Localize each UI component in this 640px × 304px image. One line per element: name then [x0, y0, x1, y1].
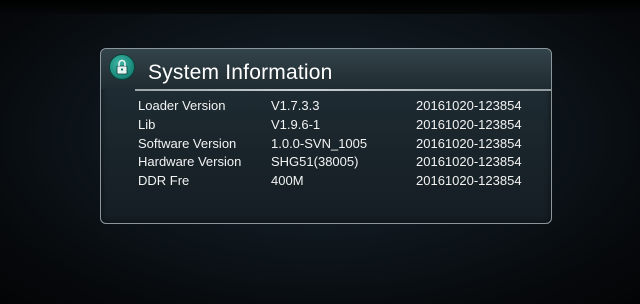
- info-row-loader-version: Loader Version V1.7.3.3 20161020-123854: [101, 98, 551, 116]
- info-value: V1.9.6-1: [271, 117, 321, 132]
- info-row-software-version: Software Version 1.0.0-SVN_1005 20161020…: [101, 136, 551, 154]
- info-label: Hardware Version: [138, 154, 242, 169]
- info-label: DDR Fre: [138, 173, 190, 188]
- info-value: V1.7.3.3: [271, 98, 320, 113]
- info-date: 20161020-123854: [416, 117, 522, 132]
- info-label: Loader Version: [138, 98, 226, 113]
- info-table: Loader Version V1.7.3.3 20161020-123854 …: [101, 49, 551, 223]
- info-value: 1.0.0-SVN_1005: [271, 136, 368, 151]
- info-row-hardware-version: Hardware Version SHG51(38005) 20161020-1…: [101, 154, 551, 172]
- info-label: Lib: [138, 117, 156, 132]
- info-date: 20161020-123854: [416, 154, 522, 169]
- info-label: Software Version: [138, 136, 237, 151]
- info-value: SHG51(38005): [271, 154, 359, 169]
- info-value: 400M: [271, 173, 304, 188]
- screen-top-band: [0, 0, 640, 14]
- info-row-ddr-fre: DDR Fre 400M 20161020-123854: [101, 173, 551, 191]
- info-date: 20161020-123854: [416, 136, 522, 151]
- system-information-dialog: System Information Loader Version V1.7.3…: [100, 48, 552, 224]
- info-date: 20161020-123854: [416, 98, 522, 113]
- info-date: 20161020-123854: [416, 173, 522, 188]
- info-row-lib: Lib V1.9.6-1 20161020-123854: [101, 117, 551, 135]
